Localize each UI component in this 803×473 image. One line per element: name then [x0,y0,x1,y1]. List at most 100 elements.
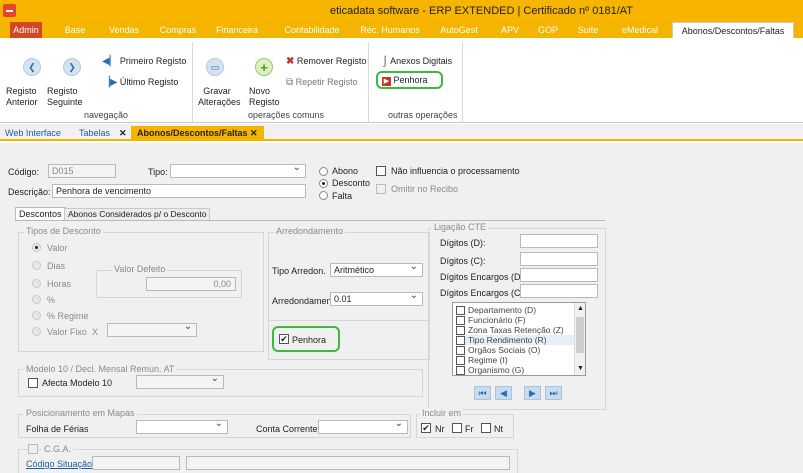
list-item-checkbox[interactable] [456,356,465,366]
list-item-checkbox[interactable] [456,366,465,375]
tab-financeira[interactable]: Financeira [208,22,266,38]
valor-radio[interactable] [32,243,41,252]
anexos-digitais-button[interactable]: ⌡ Anexos Digitais [382,56,452,67]
first-record-button[interactable]: ◀▏ Primeiro Registo [102,56,186,67]
list-item-checkbox[interactable] [456,346,465,356]
abono-radio[interactable] [319,167,328,176]
codigo-situacao-field[interactable] [92,456,180,470]
listbox-scrollbar[interactable]: ▲ ▼ [574,303,585,375]
next-item-button[interactable]: ▶ [524,386,541,400]
digitos-encargos-d-field[interactable] [520,268,598,282]
digitos-encargos-c-field[interactable] [520,284,598,298]
app-icon[interactable] [3,4,16,17]
tipo-select[interactable] [170,162,306,178]
scroll-up-icon[interactable]: ▲ [577,305,584,312]
descricao-field[interactable]: Penhora de vencimento [52,184,306,198]
list-item[interactable]: Departamento (D) [456,305,585,316]
list-item-checkbox[interactable] [456,306,465,316]
scroll-thumb[interactable] [576,317,584,353]
valor-fixo-radio[interactable] [32,327,41,336]
codigo-situacao-link[interactable]: Código Situação: [26,459,95,469]
doc-tab-tabelas[interactable]: Tabelas [79,126,110,141]
cga-checkbox[interactable] [28,444,38,454]
last-icon: ▕▶ [102,77,118,88]
dias-radio[interactable] [32,261,41,270]
tab-suite[interactable]: Suite [573,22,603,38]
percent-radio[interactable] [32,295,41,304]
percent-regime-radio[interactable] [32,311,41,320]
list-item[interactable]: Organismo (G) [456,365,585,375]
tab-vendas[interactable]: Vendas [104,22,144,38]
first-icon: ◀▏ [102,56,118,67]
penhora-checkbox[interactable]: ✔ [279,334,289,344]
scroll-down-icon[interactable]: ▼ [577,365,584,372]
percent-regime-label: % Regime [47,311,89,321]
codigo-field[interactable]: D015 [48,164,116,178]
list-item[interactable]: Zona Taxas Retenção (Z) [456,325,585,336]
tab-contabilidade[interactable]: Contabilidade [276,22,348,38]
tab-emedical[interactable]: eMedical [615,22,665,38]
tipo-arredon-label: Tipo Arredon. [272,266,326,276]
digitos-d-field[interactable] [520,234,598,248]
first-item-button[interactable]: ⏮ [474,386,491,400]
list-item[interactable]: Orgãos Sociais (O) [456,345,585,356]
cte-listbox[interactable]: Departamento (D) Funcionário (F) Zona Ta… [452,302,586,376]
list-item[interactable]: Funcionário (F) [456,315,585,326]
list-item[interactable]: Tipo Rendimento (R) [456,335,585,346]
group-label-outras-operacoes: outras operações [388,110,458,120]
next-record-button[interactable]: ❯ [63,58,81,76]
tab-autogest[interactable]: AutoGest [432,22,486,38]
doc-tab-web-interface[interactable]: Web Interface [5,126,61,141]
tab-admin[interactable]: Admin [10,22,42,38]
last-item-button[interactable]: ⏭ [545,386,562,400]
valor-defeito-field[interactable]: 0,00 [146,277,236,291]
conta-corrente-select[interactable] [318,418,408,434]
close-icon[interactable]: ✕ [250,128,258,138]
close-icon[interactable]: ✕ [119,126,127,141]
tab-rec-humanos[interactable]: Rec. Humanos [355,22,425,38]
tab-gop[interactable]: GOP [533,22,563,38]
tab-base[interactable]: Base [55,22,95,38]
nao-influencia-checkbox[interactable] [376,166,386,176]
horas-radio[interactable] [32,279,41,288]
modelo10-select[interactable] [136,373,224,389]
new-record-button[interactable]: + [255,58,273,76]
nr-checkbox[interactable]: ✔ [421,423,431,433]
omitir-recibo-checkbox[interactable] [376,184,386,194]
arredondamento-select[interactable]: 0.01 [330,290,423,306]
divider [268,320,430,321]
group-separator [368,42,369,122]
previous-record-button[interactable]: ❮ [23,58,41,76]
penhora-ribbon-button[interactable]: ▶ Penhora [382,75,428,86]
list-item-checkbox[interactable] [456,316,465,326]
previous-item-button[interactable]: ◀ [495,386,512,400]
list-item[interactable]: Regime (I) [456,355,585,366]
desconto-radio[interactable] [319,179,328,188]
tab-apv[interactable]: APV [495,22,525,38]
nao-influencia-label: Não influencia o processamento [391,166,520,176]
group-label-operacoes-comuns: operações comuns [248,110,325,120]
document-tabs: Web Interface Tabelas ✕ Abonos/Descontos… [0,124,803,141]
tipo-arredon-select[interactable]: Aritmético [330,261,423,277]
horas-label: Horas [47,279,72,289]
nt-checkbox[interactable] [481,423,491,433]
valor-fixo-select[interactable] [107,321,197,337]
last-record-button[interactable]: ▕▶ Último Registo [102,77,178,88]
folha-ferias-select[interactable] [136,418,228,434]
remove-record-button[interactable]: ✖ Remover Registo [286,56,366,67]
tab-compras[interactable]: Compras [153,22,203,38]
incluir-title: Incluir em [420,408,464,418]
afecta-modelo10-checkbox[interactable] [28,378,38,388]
save-button[interactable]: ▭ [206,58,224,76]
list-item-checkbox[interactable] [456,326,465,336]
subtab-descontos[interactable]: Descontos [15,207,66,220]
fr-checkbox[interactable] [452,423,462,433]
tab-abonos-descontos-faltas[interactable]: Abonos/Descontos/Faltas [672,22,794,38]
list-item-checkbox[interactable] [456,336,465,346]
falta-radio[interactable] [319,191,328,200]
tipos-desconto-title: Tipos de Desconto [24,226,103,236]
doc-tab-abonos-descontos-faltas[interactable]: Abonos/Descontos/Faltas ✕ [131,126,264,141]
repeat-record-button[interactable]: ⧉ Repetir Registo [286,77,358,88]
subtab-abonos-considerados[interactable]: Abonos Considerados p/ o Desconto [64,208,211,220]
digitos-c-field[interactable] [520,252,598,266]
